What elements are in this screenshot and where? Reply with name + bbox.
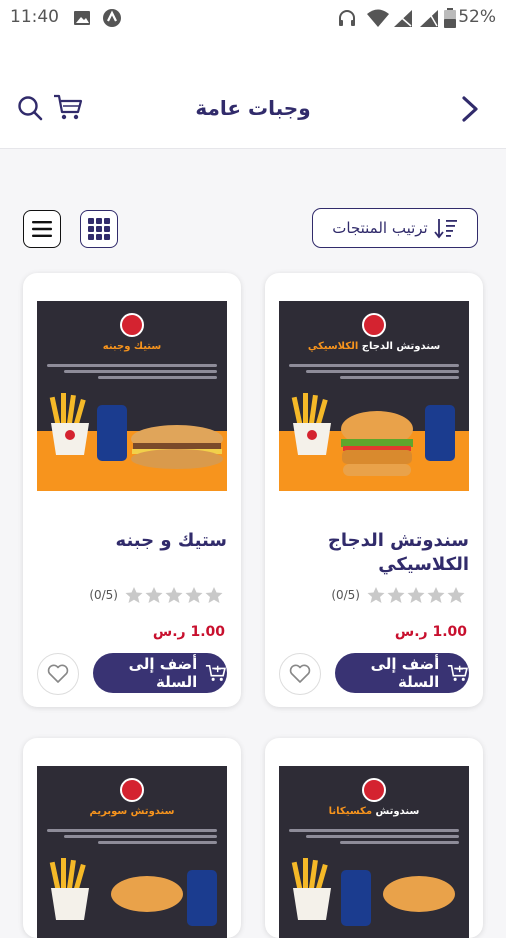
product-card[interactable]: سندوتش سوبريم <box>23 738 241 938</box>
app-notification-icon <box>103 9 121 27</box>
product-price: 1.00 ر.س <box>394 624 467 640</box>
product-rating: (0/5) <box>331 586 467 604</box>
product-price: 1.00 ر.س <box>152 624 225 640</box>
product-card[interactable]: ستيك وجبنه ستيك و جبنه (0/5) 1.00 ر.س أض… <box>23 273 241 707</box>
search-icon[interactable] <box>16 94 44 122</box>
product-card[interactable]: سندوتش مكسيكانا <box>265 738 483 938</box>
product-image[interactable]: سندوتش الدجاج الكلاسيكي <box>279 301 469 491</box>
restaurant-logo-icon <box>362 778 386 802</box>
cart-icon[interactable] <box>52 92 84 122</box>
product-name[interactable]: سندوتش الدجاج الكلاسيكي <box>279 529 469 577</box>
image-banner: سندوتش مكسيكانا <box>328 806 420 817</box>
image-description-lines <box>47 361 217 383</box>
grid-view-button[interactable] <box>80 210 118 248</box>
image-description-lines <box>289 361 459 383</box>
fries-icon <box>49 858 89 920</box>
rating-count: (0/5) <box>331 588 360 602</box>
heart-icon <box>47 664 69 683</box>
add-to-cart-label: أضف إلى السلة <box>128 655 198 691</box>
product-toolbar: ترتيب المنتجات <box>0 200 506 260</box>
product-image[interactable]: سندوتش سوبريم <box>37 766 227 938</box>
product-name[interactable]: ستيك و جبنه <box>37 529 227 553</box>
image-icon <box>74 11 90 25</box>
product-image[interactable]: سندوتش مكسيكانا <box>279 766 469 938</box>
add-to-cart-label: أضف إلى السلة <box>370 655 440 691</box>
back-arrow-icon[interactable] <box>456 93 484 125</box>
rating-stars-icon <box>367 587 465 603</box>
headphones-icon <box>339 10 355 26</box>
sort-products-button[interactable]: ترتيب المنتجات <box>312 208 478 248</box>
battery-icon <box>444 8 456 28</box>
favorite-button[interactable] <box>37 653 79 695</box>
fries-icon <box>49 393 89 455</box>
rating-stars-icon <box>125 587 223 603</box>
image-description-lines <box>47 826 217 848</box>
fries-icon <box>291 858 331 920</box>
soda-can-icon <box>341 870 371 926</box>
battery-percent: 52% <box>458 7 496 27</box>
image-banner: سندوتش الدجاج الكلاسيكي <box>307 341 441 352</box>
product-rating: (0/5) <box>89 586 225 604</box>
signal-2-icon <box>420 10 438 27</box>
heart-icon <box>289 664 311 683</box>
list-icon <box>32 221 52 237</box>
fries-icon <box>291 393 331 455</box>
grid-icon <box>88 218 110 240</box>
burger-icon <box>111 876 183 912</box>
image-banner: سندوتش سوبريم <box>89 806 175 817</box>
product-card[interactable]: سندوتش الدجاج الكلاسيكي سندوتش الدجاج ال… <box>265 273 483 707</box>
favorite-button[interactable] <box>279 653 321 695</box>
product-image[interactable]: ستيك وجبنه <box>37 301 227 491</box>
add-to-cart-button[interactable]: أضف إلى السلة <box>93 653 227 693</box>
burger-icon <box>383 876 455 912</box>
soda-can-icon <box>187 870 217 926</box>
sort-label: ترتيب المنتجات <box>332 219 428 237</box>
sort-icon <box>434 219 457 239</box>
status-time: 11:40 <box>10 7 59 27</box>
restaurant-logo-icon <box>362 313 386 337</box>
add-cart-icon <box>448 664 469 681</box>
list-view-button[interactable] <box>23 210 61 248</box>
soda-can-icon <box>425 405 455 461</box>
add-to-cart-button[interactable]: أضف إلى السلة <box>335 653 469 693</box>
wifi-icon <box>367 9 389 27</box>
image-banner: ستيك وجبنه <box>102 341 162 352</box>
restaurant-logo-icon <box>120 313 144 337</box>
signal-icon <box>394 10 412 27</box>
app-bar: وجبات عامة <box>0 36 506 149</box>
rating-count: (0/5) <box>89 588 118 602</box>
restaurant-logo-icon <box>120 778 144 802</box>
soda-can-icon <box>97 405 127 461</box>
status-bar: 11:40 52% <box>0 0 506 36</box>
image-description-lines <box>289 826 459 848</box>
add-cart-icon <box>206 664 227 681</box>
steak-sub-icon <box>131 425 223 469</box>
burger-icon <box>341 411 413 476</box>
